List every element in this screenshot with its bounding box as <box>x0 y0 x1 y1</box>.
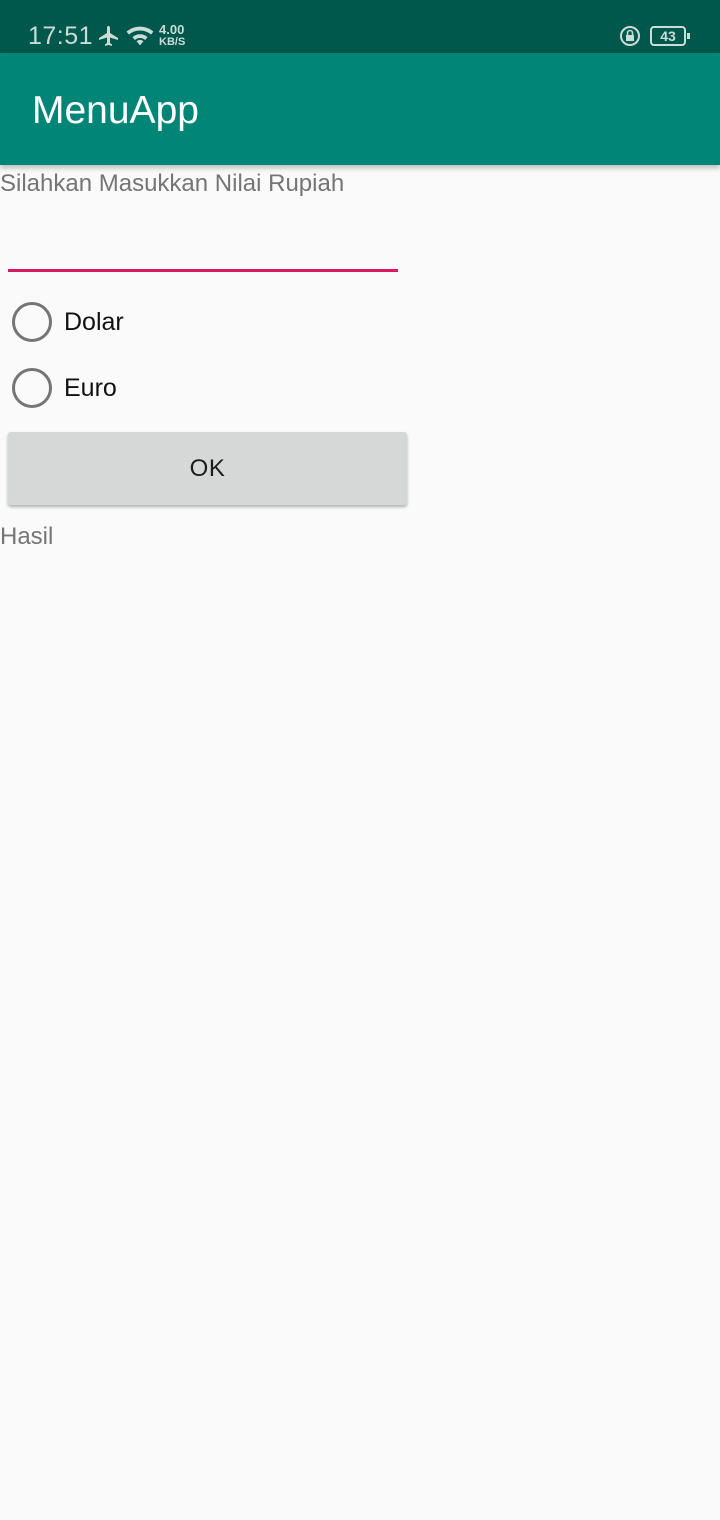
wifi-icon <box>126 24 154 53</box>
radio-dolar-label[interactable]: Dolar <box>64 308 124 337</box>
network-speed-value: 4.00 <box>159 22 185 37</box>
network-speed-unit: KB/S <box>159 36 186 48</box>
network-speed: 4.00 KB/S <box>159 22 186 48</box>
rotation-lock-icon <box>619 25 641 52</box>
status-time: 17:51 <box>28 22 94 50</box>
radio-euro[interactable]: Euro <box>12 368 117 408</box>
result-label: Hasil <box>0 523 54 550</box>
battery-level: 43 <box>660 28 676 44</box>
radio-euro-circle-icon[interactable] <box>12 368 52 408</box>
airplane-icon <box>96 24 122 53</box>
rupiah-prompt-label: Silahkan Masukkan Nilai Rupiah <box>0 170 345 197</box>
battery-icon: 43 <box>650 26 686 46</box>
ok-button[interactable]: OK <box>8 432 407 505</box>
app-bar: MenuApp <box>0 53 720 165</box>
app-title: MenuApp <box>32 89 199 132</box>
status-bar: 17:51 4.00 KB/S 43 <box>0 0 720 53</box>
radio-dolar[interactable]: Dolar <box>12 302 124 342</box>
radio-euro-label[interactable]: Euro <box>64 374 117 403</box>
radio-dolar-circle-icon[interactable] <box>12 302 52 342</box>
rupiah-amount-input[interactable] <box>8 212 398 272</box>
battery-tip <box>687 33 690 39</box>
